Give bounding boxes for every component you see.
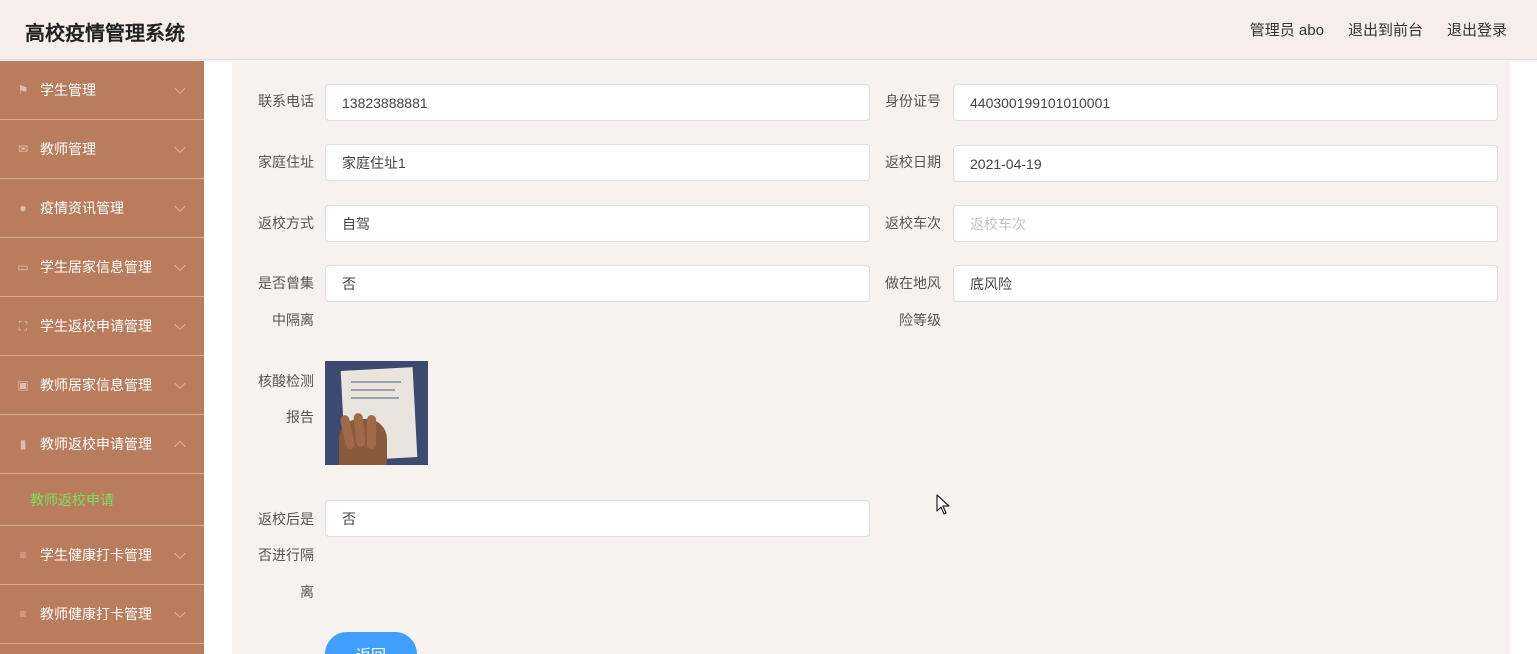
return-date-input[interactable] [953, 145, 1498, 182]
sidebar-item-label: 教师健康打卡管理 [40, 606, 152, 622]
sidebar-item-student-management[interactable]: ⚑ 学生管理 [0, 61, 204, 120]
menu-icon: ≡ [19, 607, 27, 621]
chevron-down-icon [174, 141, 186, 154]
menu-icon: ≡ [19, 548, 27, 562]
chevron-up-icon [174, 440, 186, 453]
mail-icon: ✉ [17, 142, 29, 156]
top-header: 高校疫情管理系统 管理员 abo 退出到前台 退出登录 [0, 0, 1537, 60]
train-number-input[interactable] [953, 205, 1498, 242]
sidebar-item-label: 教师居家信息管理 [40, 377, 152, 393]
header-actions: 管理员 abo 退出到前台 退出登录 [1250, 19, 1507, 40]
report-text-line [351, 381, 401, 383]
sidebar-item-student-health-checkin[interactable]: ≡ 学生健康打卡管理 [0, 526, 204, 585]
picture-icon: ▣ [17, 378, 29, 392]
report-text-line [351, 389, 395, 391]
chat-icon: ▭ [17, 260, 29, 274]
quarantined-input[interactable] [325, 265, 870, 302]
chevron-down-icon [174, 82, 186, 95]
sidebar-item-label: 学生返校申请管理 [40, 318, 152, 334]
chevron-down-icon [174, 200, 186, 213]
return-date-label: 返校日期 [885, 154, 941, 170]
after-return-label-line2: 否进行隔 [258, 547, 314, 563]
chevron-down-icon [174, 318, 186, 331]
sidebar-item-label: 教师管理 [40, 141, 96, 157]
admin-user-link[interactable]: 管理员 abo [1250, 19, 1324, 40]
report-text-line [351, 397, 399, 399]
sidebar-item-label: 疫情资讯管理 [40, 200, 124, 216]
mouse-cursor-icon [936, 494, 950, 515]
return-method-label: 返校方式 [258, 215, 314, 231]
sidebar-item-epidemic-news[interactable]: ● 疫情资讯管理 [0, 179, 204, 238]
address-label: 家庭住址 [258, 154, 314, 170]
quarantined-label-line2: 中隔离 [272, 312, 314, 328]
risk-level-label-line2: 险等级 [899, 312, 941, 328]
sidebar: ⚑ 学生管理 ✉ 教师管理 ● 疫情资讯管理 ▭ 学生居家信息管理 ⛶ 学生返校… [0, 61, 204, 654]
bar-chart-icon: ▮ [19, 437, 27, 451]
app-title: 高校疫情管理系统 [25, 23, 185, 45]
return-method-input[interactable] [325, 205, 870, 242]
address-input[interactable] [325, 144, 870, 181]
after-return-label-line1: 返校后是 [258, 511, 314, 527]
phone-label: 联系电话 [258, 93, 314, 109]
sidebar-item-teacher-health-checkin[interactable]: ≡ 教师健康打卡管理 [0, 585, 204, 644]
chevron-down-icon [174, 606, 186, 619]
quarantined-label-line1: 是否曾集 [258, 275, 314, 291]
id-card-label: 身份证号 [885, 93, 941, 109]
after-return-label-line3: 离 [300, 584, 314, 600]
sidebar-item-teacher-return-application[interactable]: ▮ 教师返校申请管理 [0, 415, 204, 474]
nucleic-report-image[interactable] [325, 361, 428, 465]
nucleic-report-label-line1: 核酸检测 [258, 373, 314, 389]
risk-level-input[interactable] [953, 265, 1498, 302]
sidebar-item-student-return-application[interactable]: ⛶ 学生返校申请管理 [0, 297, 204, 356]
sidebar-item-label: 学生健康打卡管理 [40, 547, 152, 563]
sidebar-item-label: 学生管理 [40, 82, 96, 98]
finger-shape [367, 415, 376, 449]
sidebar-item-label: 学生居家信息管理 [40, 259, 152, 275]
sidebar-subitem-teacher-return-apply[interactable]: 教师返校申请 [0, 474, 204, 526]
sidebar-item-teacher-management[interactable]: ✉ 教师管理 [0, 120, 204, 179]
sidebar-item-teacher-home-info[interactable]: ▣ 教师居家信息管理 [0, 356, 204, 415]
flag-icon: ⚑ [17, 83, 29, 97]
exit-to-front-link[interactable]: 退出到前台 [1348, 19, 1423, 40]
location-icon: ● [19, 201, 27, 215]
chevron-down-icon [174, 547, 186, 560]
phone-input[interactable] [325, 84, 870, 121]
logout-link[interactable]: 退出登录 [1447, 19, 1507, 40]
nucleic-report-label-line2: 报告 [286, 409, 314, 425]
sidebar-item-student-home-info[interactable]: ▭ 学生居家信息管理 [0, 238, 204, 297]
after-return-quarantine-input[interactable] [325, 500, 870, 537]
id-card-input[interactable] [953, 84, 1498, 121]
sidebar-item-label: 教师返校申请管理 [40, 436, 152, 452]
back-button[interactable]: 返回 [325, 632, 417, 654]
fullscreen-icon: ⛶ [18, 318, 28, 333]
risk-level-label-line1: 做在地风 [885, 275, 941, 291]
chevron-down-icon [174, 377, 186, 390]
chevron-down-icon [174, 259, 186, 272]
train-number-label: 返校车次 [885, 215, 941, 231]
